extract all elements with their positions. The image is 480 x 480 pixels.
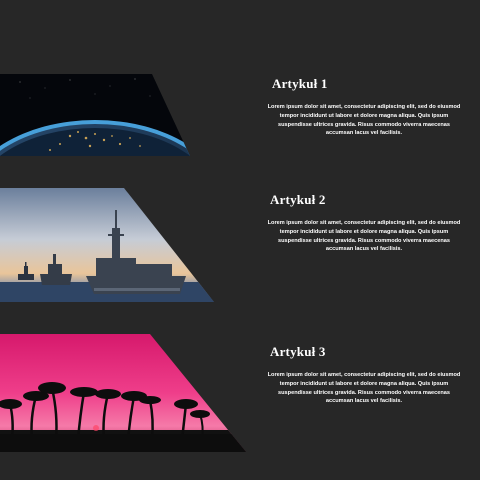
article-1: Artykuł 1 Lorem ipsum dolor sit amet, co… <box>0 74 480 156</box>
article-2-body: Lorem ipsum dolor sit amet, consectetur … <box>267 220 461 253</box>
article-2-text: Artykuł 2 Lorem ipsum dolor sit amet, co… <box>266 192 462 254</box>
article-1-title: Artykuł 1 <box>272 76 328 91</box>
article-2: Artykuł 2 Lorem ipsum dolor sit amet, co… <box>0 188 480 302</box>
article-1-image[interactable] <box>0 74 200 156</box>
article-1-text: Artykuł 1 Lorem ipsum dolor sit amet, co… <box>266 76 462 138</box>
article-1-body: Lorem ipsum dolor sit amet, consectetur … <box>267 104 461 137</box>
article-2-image[interactable] <box>0 188 220 302</box>
article-3-text: Artykuł 3 Lorem ipsum dolor sit amet, co… <box>266 344 462 406</box>
article-3-image[interactable] <box>0 334 250 452</box>
article-2-title: Artykuł 2 <box>270 192 326 207</box>
article-3-body: Lorem ipsum dolor sit amet, consectetur … <box>267 372 461 405</box>
article-3: Artykuł 3 Lorem ipsum dolor sit amet, co… <box>0 334 480 452</box>
article-3-title: Artykuł 3 <box>270 344 326 359</box>
